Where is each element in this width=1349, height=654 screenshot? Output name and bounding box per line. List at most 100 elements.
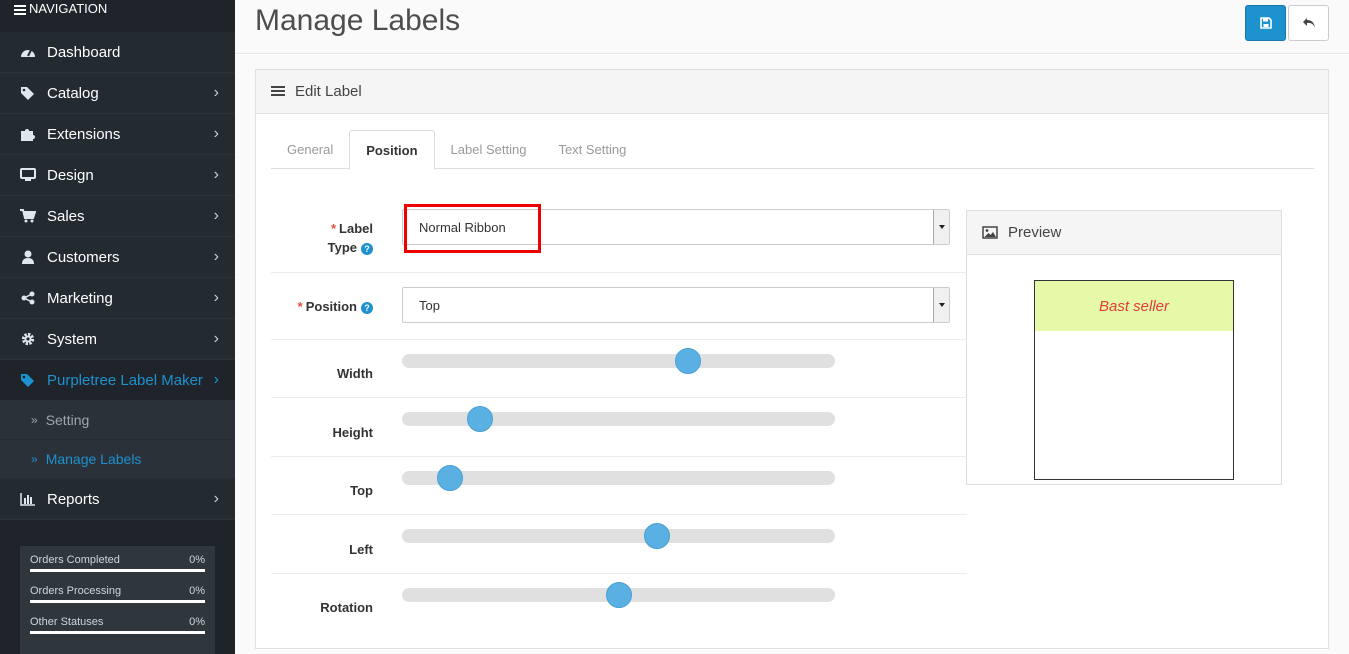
submenu: » Setting » Manage Labels [0,401,235,479]
left-label: Left [349,542,373,557]
label-ribbon: Bast seller [1035,281,1233,331]
menu-icon[interactable] [14,5,26,17]
double-chevron-icon: » [31,413,38,427]
preview-canvas: Bast seller [1034,280,1234,480]
height-slider-row: Height [271,398,967,457]
position-select[interactable]: Top [402,287,950,323]
width-slider-row: Width [271,340,967,398]
tab-position[interactable]: Position [349,130,435,170]
nav-header-label: NAVIGATION [29,1,108,16]
stat-progress-bar [30,569,205,572]
label-type-row: * Label Type? Normal Ribbon [271,203,967,273]
left-slider-row: Left [271,515,967,574]
user-icon [19,249,37,265]
chevron-down-icon [933,288,949,322]
slider-handle[interactable] [605,582,632,608]
label-type-label: * Label Type? [327,221,373,255]
sidebar-item-catalog[interactable]: Catalog › [0,73,235,114]
sidebar-item-label: Sales [47,207,85,225]
stat-label: Orders Completed [30,554,120,566]
chevron-right-icon: › [213,289,219,306]
stat-other-statuses: Other Statuses 0% [30,616,205,634]
help-icon[interactable]: ? [361,242,373,255]
sidebar-item-extensions[interactable]: Extensions › [0,114,235,155]
save-button[interactable] [1245,5,1286,41]
slider-handle[interactable] [466,406,493,432]
sidebar-item-label: Extensions [47,125,121,143]
chevron-down-icon [933,210,949,244]
preview-title: Preview [1008,224,1062,241]
tag-icon [19,372,37,388]
sidebar-item-dashboard[interactable]: Dashboard [0,32,235,73]
top-slider-row: Top [271,457,967,515]
sidebar-item-reports[interactable]: Reports › [0,479,235,520]
sidebar-subitem-label: Manage Labels [45,451,142,467]
chevron-right-icon: › [213,490,219,507]
top-slider[interactable] [402,465,835,491]
slider-handle[interactable] [436,465,463,491]
stat-value: 0% [189,616,205,628]
back-button[interactable] [1288,5,1329,41]
panel-heading: Edit Label [256,70,1328,114]
sidebar-subitem-setting[interactable]: » Setting [0,401,235,440]
sidebar-item-purpletree-label-maker[interactable]: Purpletree Label Maker › [0,360,235,401]
stat-label: Orders Processing [30,585,122,597]
stat-orders-processing: Orders Processing 0% [30,585,205,603]
rotation-slider-row: Rotation [271,574,967,632]
list-icon [271,85,285,98]
rotation-slider[interactable] [402,582,835,608]
width-slider[interactable] [402,348,835,374]
tags-icon [19,85,37,101]
sidebar-item-design[interactable]: Design › [0,155,235,196]
sidebar-item-label: Marketing [47,289,113,307]
sidebar-item-label: System [47,330,98,348]
monitor-icon [19,167,37,183]
sidebar-item-label: Customers [47,248,120,266]
sidebar-item-customers[interactable]: Customers › [0,237,235,278]
sidebar-item-label: Reports [47,490,100,508]
tab-bar: General Position Label Setting Text Sett… [271,130,1314,170]
stat-progress-bar [30,600,205,603]
sidebar-item-sales[interactable]: Sales › [0,196,235,237]
position-value: Top [419,297,440,313]
highlight-annotation [404,204,541,253]
stat-label: Other Statuses [30,616,104,628]
chevron-right-icon: › [213,166,219,183]
tab-label-setting[interactable]: Label Setting [435,130,543,169]
height-label: Height [332,425,373,440]
panel-title: Edit Label [295,83,362,100]
chevron-right-icon: › [213,207,219,224]
rotation-label: Rotation [320,600,373,615]
tab-general[interactable]: General [271,130,349,169]
left-slider[interactable] [402,523,835,549]
sidebar-item-label: Dashboard [47,43,121,61]
height-slider[interactable] [402,406,835,432]
page-title: Manage Labels [255,4,461,37]
stat-orders-completed: Orders Completed 0% [30,554,205,572]
cart-icon [19,208,37,224]
slider-handle[interactable] [674,348,701,374]
chevron-right-icon: › [213,248,219,265]
puzzle-icon [19,126,37,142]
double-chevron-icon: » [31,452,38,466]
slider-handle[interactable] [644,523,671,549]
sidebar-subitem-manage-labels[interactable]: » Manage Labels [0,440,235,479]
sidebar-item-system[interactable]: System › [0,319,235,360]
save-icon [1259,17,1272,29]
tab-text-setting[interactable]: Text Setting [542,130,642,169]
reply-icon [1302,18,1315,28]
nav-header[interactable]: NAVIGATION [0,0,235,32]
width-label: Width [337,366,373,381]
help-icon[interactable]: ? [361,301,373,314]
sidebar-item-marketing[interactable]: Marketing › [0,278,235,319]
chevron-right-icon: › [213,371,219,388]
preview-heading: Preview [967,211,1281,255]
chevron-right-icon: › [213,84,219,101]
sidebar: NAVIGATION Dashboard Catalog › Extension… [0,0,235,654]
stat-value: 0% [189,585,205,597]
sidebar-item-label: Design [47,166,94,184]
sidebar-subitem-label: Setting [45,412,90,428]
page-header: Manage Labels [235,0,1349,54]
stat-value: 0% [189,554,205,566]
dashboard-icon [19,44,37,60]
